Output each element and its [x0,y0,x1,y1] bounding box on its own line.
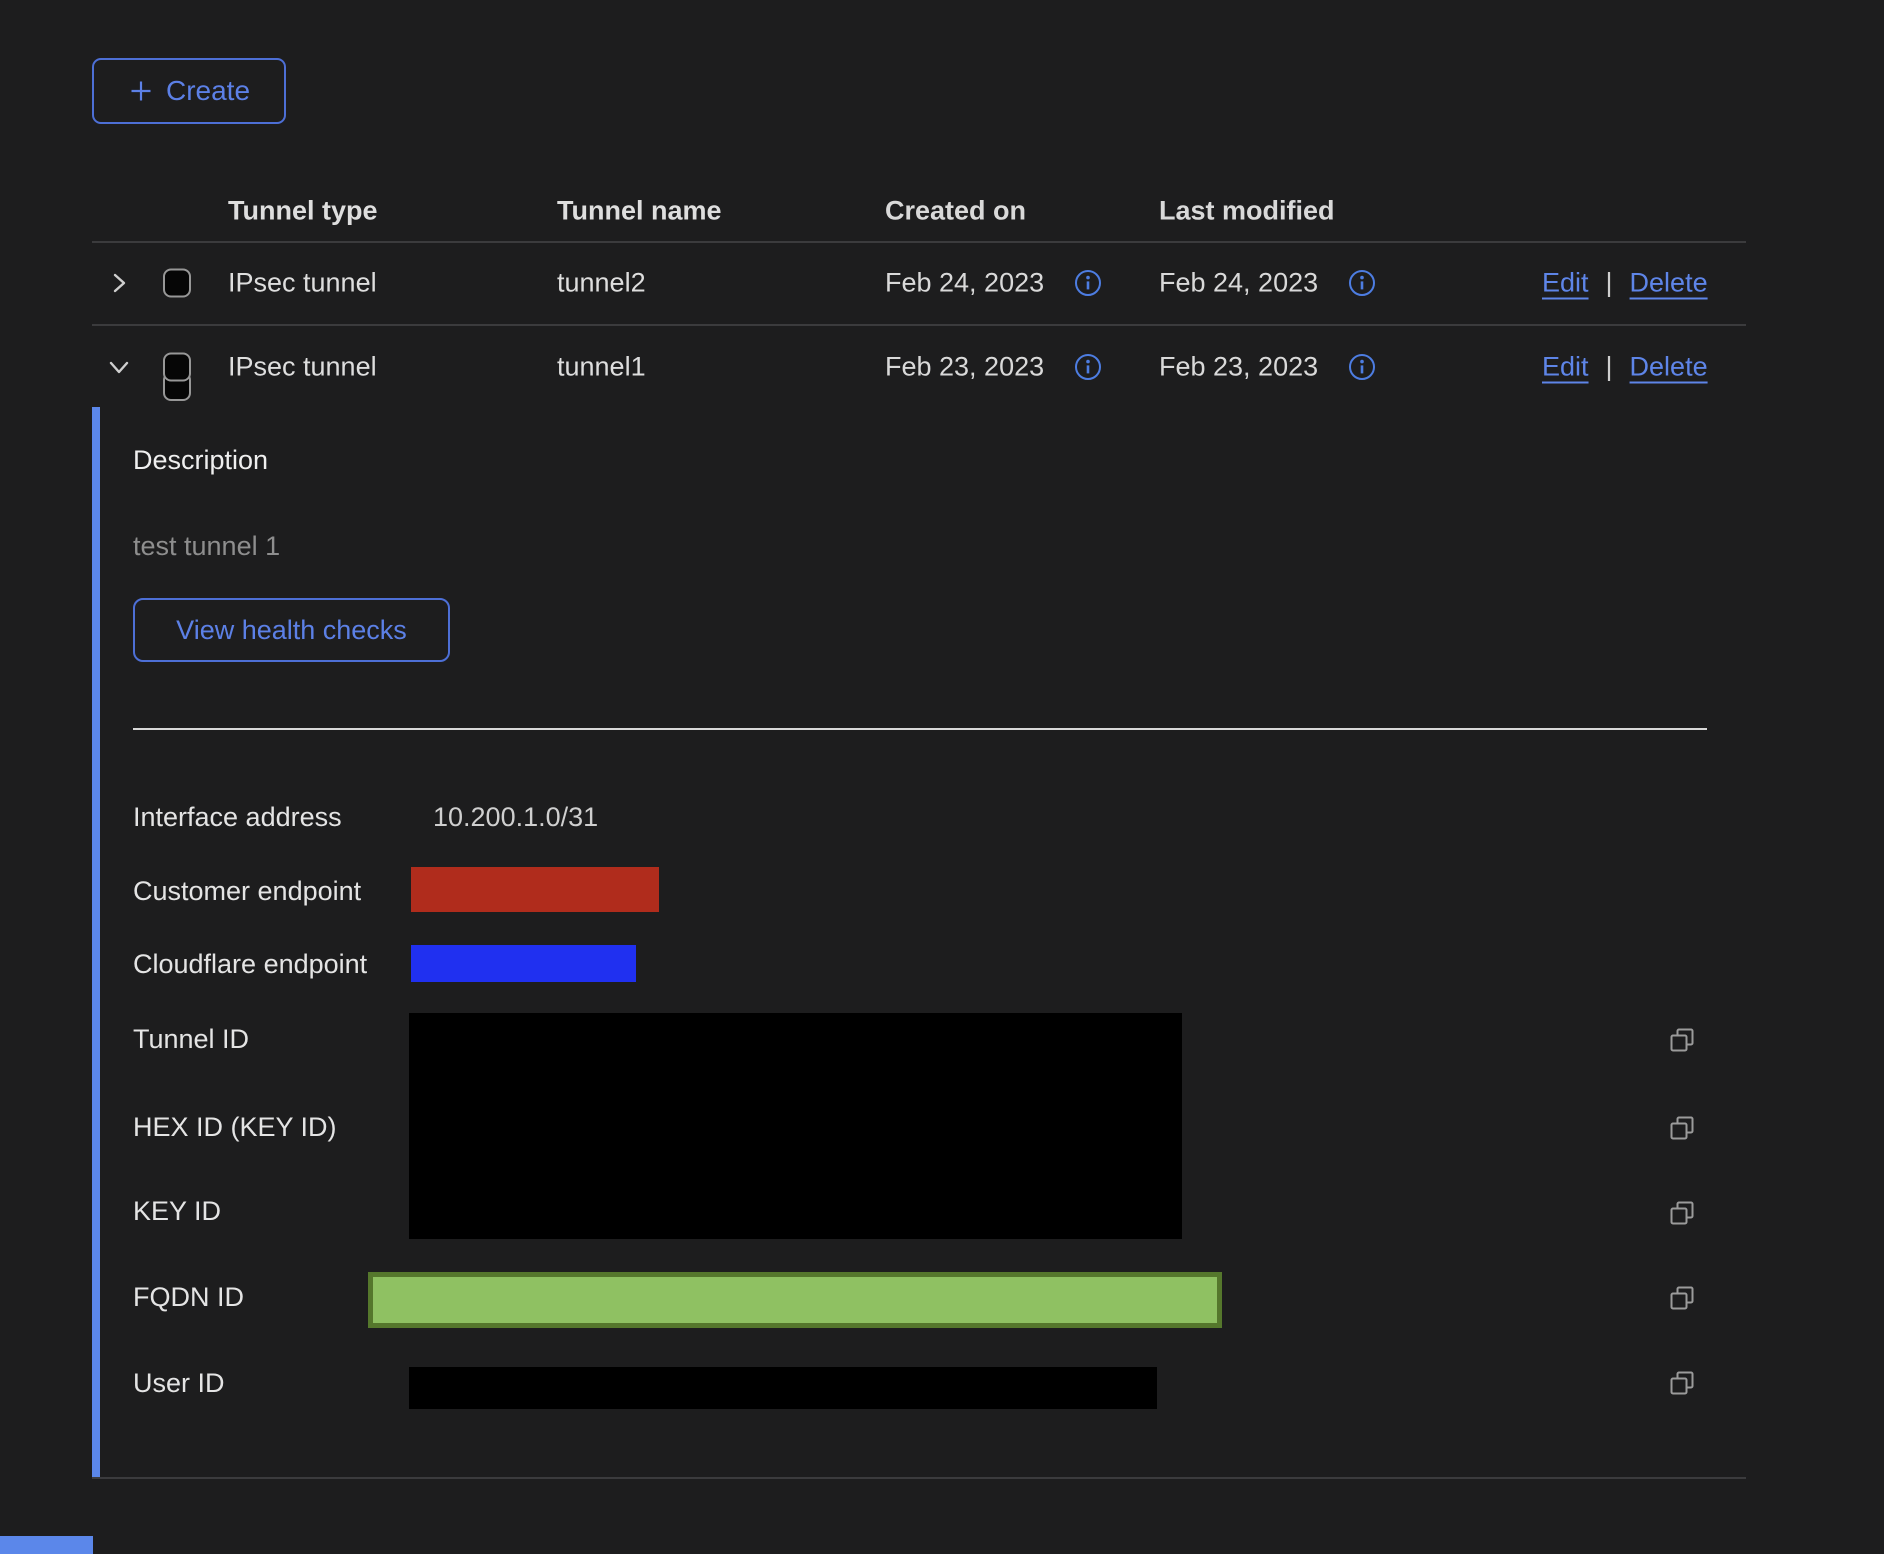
info-icon[interactable] [1348,353,1376,381]
tunnel-id-label: Tunnel ID [133,1024,249,1055]
tunnel-name-value: tunnel1 [557,351,646,382]
fqdn-id-redacted-value [368,1272,1222,1328]
info-icon[interactable] [1348,269,1376,297]
column-header-tunnel-type: Tunnel type [228,195,378,226]
info-icon[interactable] [1074,353,1102,381]
collapse-chevron-icon[interactable] [106,354,132,380]
cloudflare-endpoint-label: Cloudflare endpoint [133,949,367,980]
table-header-row: Tunnel type Tunnel name Created on Last … [0,180,1884,241]
user-id-redacted-value [409,1367,1157,1409]
key-id-label: KEY ID [133,1196,221,1227]
actions-separator: | [1606,268,1613,299]
ids-redacted-value [409,1013,1182,1239]
expand-chevron-icon[interactable] [106,270,132,296]
panel-divider [133,728,1707,730]
actions-separator: | [1606,351,1613,382]
create-button[interactable]: Create [92,58,286,124]
customer-endpoint-redacted-value [411,867,659,912]
copy-icon[interactable] [1666,1112,1698,1144]
row-checkbox[interactable] [163,269,191,298]
row-checkbox[interactable] [163,352,191,381]
bottom-left-accent-bar [0,1536,93,1554]
column-header-last-modified: Last modified [1159,195,1335,226]
tunnels-page: Create Tunnel type Tunnel name Created o… [0,0,1884,1554]
interface-address-label: Interface address [133,802,342,833]
created-on-value: Feb 23, 2023 [885,351,1044,382]
delete-link[interactable]: Delete [1630,351,1708,382]
description-label: Description [133,445,268,476]
copy-icon[interactable] [1666,1197,1698,1229]
copy-icon[interactable] [1666,1282,1698,1314]
fqdn-id-label: FQDN ID [133,1282,244,1313]
tunnel-type-value: IPsec tunnel [228,268,377,299]
table-row: IPsec tunnel tunnel2 Feb 24, 2023 Feb 24… [0,242,1884,324]
info-icon[interactable] [1074,269,1102,297]
customer-endpoint-label: Customer endpoint [133,876,361,907]
column-header-created-on: Created on [885,195,1026,226]
view-health-checks-button[interactable]: View health checks [133,598,450,662]
tunnel-name-value: tunnel2 [557,268,646,299]
cloudflare-endpoint-redacted-value [411,945,636,982]
copy-icon[interactable] [1666,1024,1698,1056]
delete-link[interactable]: Delete [1630,268,1708,299]
interface-address-value: 10.200.1.0/31 [433,802,598,833]
edit-link[interactable]: Edit [1542,268,1589,299]
copy-icon[interactable] [1666,1367,1698,1399]
edit-link[interactable]: Edit [1542,351,1589,382]
last-modified-value: Feb 23, 2023 [1159,351,1318,382]
panel-bottom-divider [92,1477,1746,1479]
tunnel-type-value: IPsec tunnel [228,351,377,382]
user-id-label: User ID [133,1368,225,1399]
hex-id-label: HEX ID (KEY ID) [133,1112,337,1143]
created-on-value: Feb 24, 2023 [885,268,1044,299]
description-value: test tunnel 1 [133,531,280,562]
create-button-label: Create [166,75,250,107]
table-row: IPsec tunnel tunnel1 Feb 23, 2023 Feb 23… [0,326,1884,407]
plus-icon [128,78,154,104]
expanded-row-accent-bar [92,407,100,1477]
last-modified-value: Feb 24, 2023 [1159,268,1318,299]
column-header-tunnel-name: Tunnel name [557,195,722,226]
